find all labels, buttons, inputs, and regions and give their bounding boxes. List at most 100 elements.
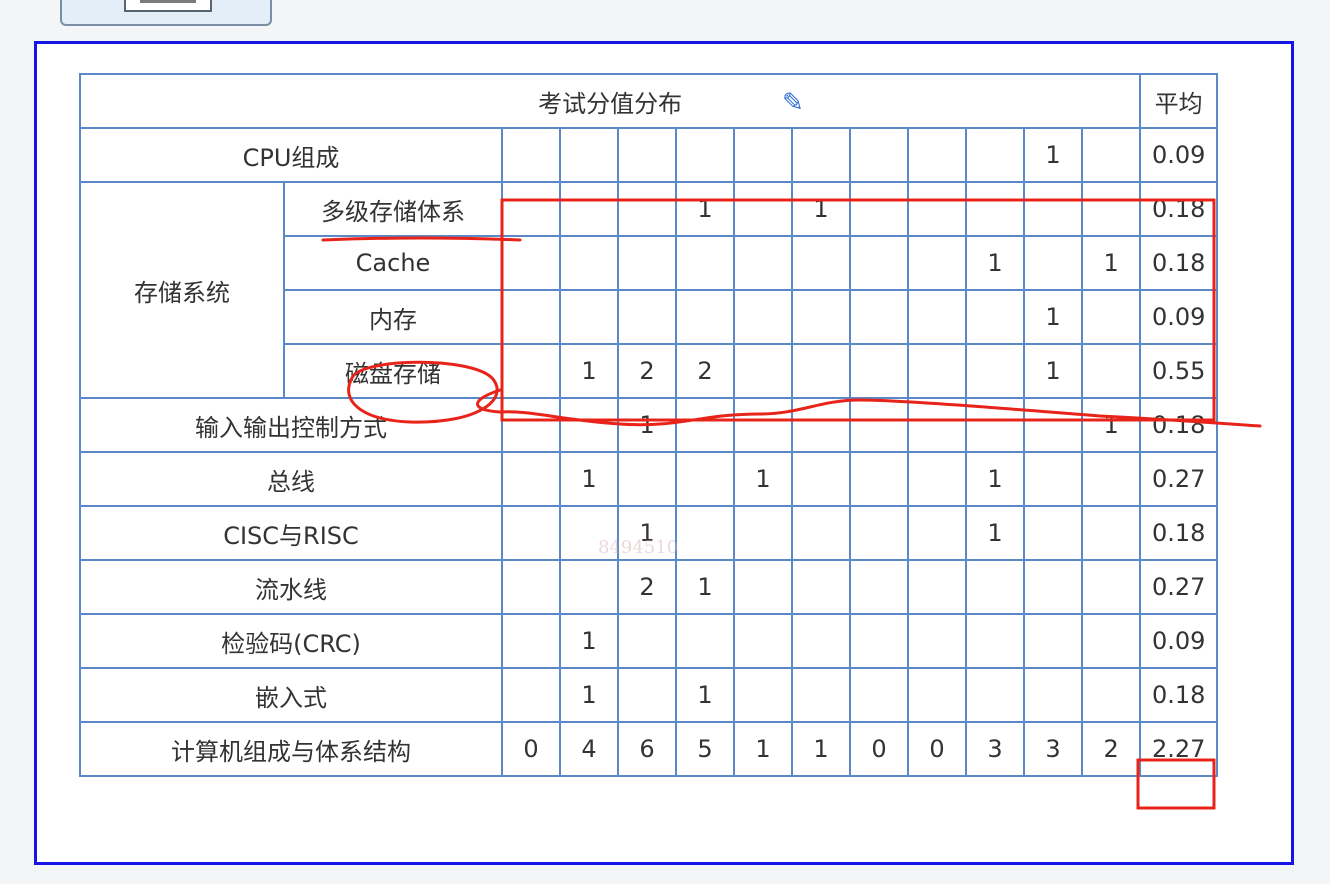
value-cell: [617, 613, 677, 669]
value-cell: [791, 397, 851, 453]
value-cell: [501, 505, 561, 561]
value-cell: [617, 289, 677, 345]
value-cell: [907, 181, 967, 237]
value-cell: 2: [675, 343, 735, 399]
table-row: 输入输出控制方式 1 1 0.18: [79, 397, 1219, 453]
document-sheet: [124, 0, 212, 12]
value-cell: [733, 505, 793, 561]
value-cell: [733, 397, 793, 453]
avg-cell: 0.18: [1139, 505, 1219, 561]
value-cell: [1023, 451, 1083, 507]
value-cell: [617, 667, 677, 723]
value-cell: [733, 127, 793, 183]
value-cell: [907, 343, 967, 399]
value-cell: 1: [675, 559, 735, 615]
value-cell: [501, 613, 561, 669]
value-cell: 1: [675, 667, 735, 723]
value-cell: [1023, 397, 1083, 453]
value-cell: [559, 559, 619, 615]
value-cell: [907, 289, 967, 345]
avg-cell: 0.09: [1139, 127, 1219, 183]
value-cell: [791, 289, 851, 345]
value-cell: [965, 127, 1025, 183]
avg-header: 平均: [1139, 73, 1219, 129]
value-cell: [849, 451, 909, 507]
pencil-icon[interactable]: ✎: [782, 88, 804, 118]
row-label: 计算机组成与体系结构: [79, 721, 503, 777]
table-row: 计算机组成与体系结构 0 4 6 5 1 1 0 0 3 3 2 2.27: [79, 721, 1219, 777]
avg-cell: 2.27: [1139, 721, 1219, 777]
value-cell: [907, 505, 967, 561]
value-cell: [617, 451, 677, 507]
table-row: 总线 1 1 1 0.27: [79, 451, 1219, 507]
value-cell: [849, 181, 909, 237]
value-cell: [907, 127, 967, 183]
table-row: CPU组成 1 0.09: [79, 127, 1219, 183]
value-cell: [617, 181, 677, 237]
value-cell: [965, 397, 1025, 453]
row-label: 总线: [79, 451, 503, 507]
value-cell: [1080, 559, 1142, 615]
avg-cell: 0.18: [1139, 667, 1219, 723]
table-row: 流水线 2 1 0.27: [79, 559, 1219, 615]
value-cell: [965, 289, 1025, 345]
value-cell: [1023, 559, 1083, 615]
value-cell: [675, 289, 735, 345]
value-cell: [907, 559, 967, 615]
value-cell: 1: [1023, 289, 1083, 345]
value-cell: 1: [733, 721, 793, 777]
value-cell: [849, 667, 909, 723]
value-cell: 1: [559, 613, 619, 669]
value-cell: 1: [791, 181, 851, 237]
value-cell: [791, 451, 851, 507]
row-label: CPU组成: [79, 127, 503, 183]
avg-cell: 0.27: [1139, 451, 1219, 507]
value-cell: [733, 181, 793, 237]
row-label: 嵌入式: [79, 667, 503, 723]
value-cell: 1: [1023, 127, 1083, 183]
avg-cell: 0.27: [1139, 559, 1219, 615]
value-cell: [849, 343, 909, 399]
avg-cell: 0.18: [1139, 181, 1219, 237]
value-cell: [1023, 667, 1083, 723]
group-label: 存储系统: [79, 181, 285, 399]
table-row: 存储系统 多级存储体系 1 1 0.18: [79, 181, 1219, 399]
value-cell: [1080, 343, 1142, 399]
value-cell: [1080, 451, 1142, 507]
value-cell: [501, 235, 561, 291]
value-cell: [849, 289, 909, 345]
value-cell: [501, 559, 561, 615]
document-icon[interactable]: [60, 0, 272, 26]
row-label: 流水线: [79, 559, 503, 615]
avg-cell: 0.55: [1139, 343, 1219, 399]
value-cell: [733, 559, 793, 615]
value-cell: 0: [849, 721, 909, 777]
value-cell: 4: [559, 721, 619, 777]
value-cell: [791, 559, 851, 615]
value-cell: [1080, 289, 1142, 345]
value-cell: 1: [733, 451, 793, 507]
value-cell: [675, 235, 735, 291]
value-cell: [849, 397, 909, 453]
value-cell: [501, 127, 561, 183]
value-cell: [501, 397, 561, 453]
value-cell: 2: [617, 559, 677, 615]
value-cell: [965, 613, 1025, 669]
value-cell: [733, 343, 793, 399]
value-cell: 6: [617, 721, 677, 777]
value-cell: [1080, 505, 1142, 561]
value-cell: [907, 667, 967, 723]
value-cell: [965, 343, 1025, 399]
table-title: 考试分值分布: [78, 73, 1142, 129]
value-cell: [907, 235, 967, 291]
value-cell: [1023, 613, 1083, 669]
value-cell: 1: [559, 343, 619, 399]
value-cell: [559, 127, 619, 183]
row-label: 多级存储体系: [283, 181, 503, 237]
value-cell: [559, 181, 619, 237]
value-cell: 3: [965, 721, 1025, 777]
value-cell: 1: [559, 667, 619, 723]
value-cell: [791, 505, 851, 561]
value-cell: [675, 451, 735, 507]
value-cell: 1: [617, 505, 677, 561]
